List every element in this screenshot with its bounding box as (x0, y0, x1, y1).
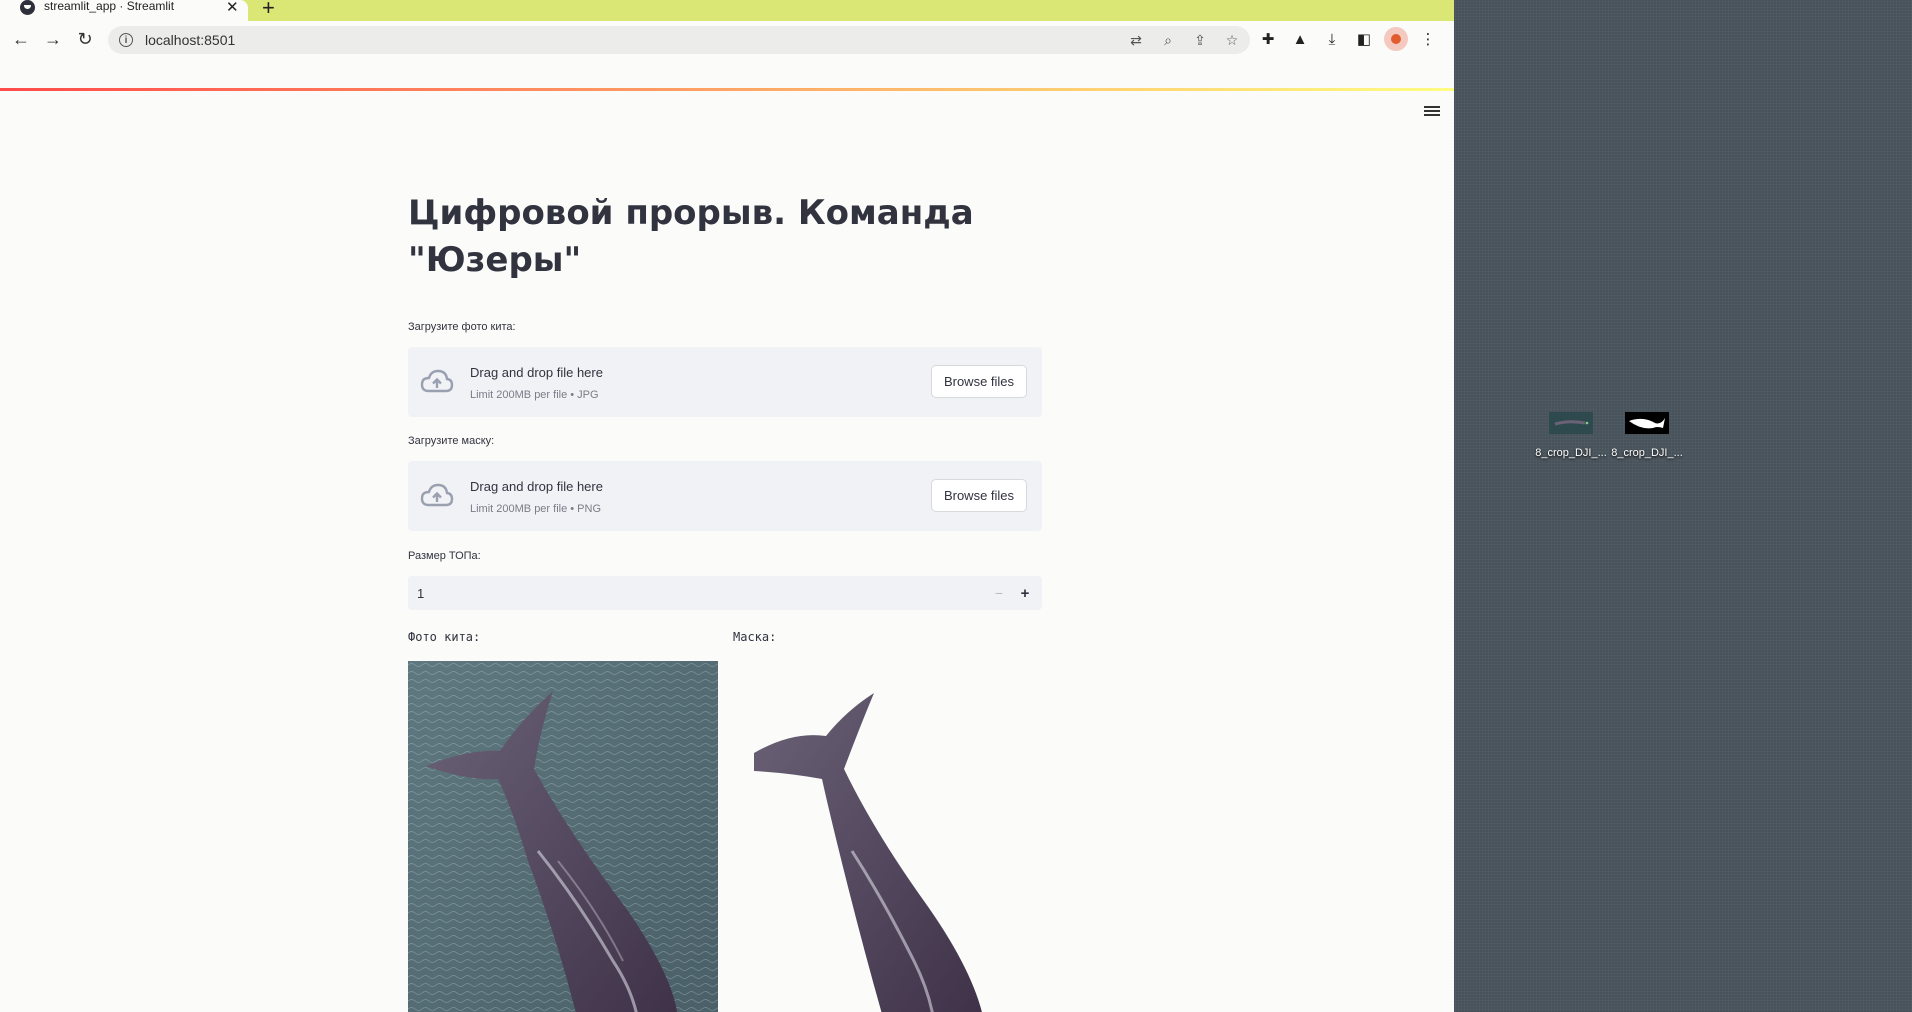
tab-strip: streamlit_app · Streamlit ✕ + (0, 0, 1454, 21)
tab-title: streamlit_app · Streamlit (44, 0, 175, 13)
browse-files-button[interactable]: Browse files (931, 479, 1027, 512)
dropzone-limit: Limit 200MB per file • JPG (470, 389, 599, 401)
whale-mask-image (754, 693, 982, 1012)
top-size-input[interactable]: 1 − + (408, 576, 1042, 610)
desktop-file-label: 8_crop_DJI_... (1535, 447, 1607, 459)
photo-caption: Фото кита: (408, 630, 481, 644)
cloud-upload-icon (420, 369, 454, 393)
mask-uploader-label: Загрузите маску: (408, 435, 495, 447)
desktop-file-whale-photo[interactable]: 8_crop_DJI_... (1532, 412, 1610, 459)
streamlit-favicon-icon (20, 0, 35, 15)
close-tab-icon[interactable]: ✕ (226, 0, 239, 16)
back-icon[interactable]: ← (8, 26, 34, 52)
dropzone-instruction: Drag and drop file here (470, 365, 603, 380)
image-file-thumbnail-icon (1549, 412, 1593, 434)
desktop-file-label: 8_crop_DJI_... (1611, 447, 1683, 459)
reload-icon[interactable]: ↻ (72, 26, 98, 52)
increment-button[interactable]: + (1012, 580, 1038, 606)
translate-icon[interactable]: ⇄ (1126, 30, 1146, 50)
browser-window: streamlit_app · Streamlit ✕ + ← → ↻ i lo… (0, 0, 1454, 1012)
hamburger-menu-icon[interactable] (1424, 104, 1440, 118)
download-icon[interactable]: ⤓ (1320, 27, 1344, 51)
whale-photo-image (408, 661, 718, 1012)
streamlit-header-decoration (0, 88, 1454, 91)
top-size-value[interactable]: 1 (417, 586, 424, 601)
extensions-icon[interactable]: ✚ (1256, 27, 1280, 51)
photo-dropzone[interactable]: Drag and drop file here Limit 200MB per … (408, 347, 1042, 417)
cloud-upload-icon (420, 483, 454, 507)
dropzone-instruction: Drag and drop file here (470, 479, 603, 494)
side-panel-icon[interactable]: ◧ (1352, 27, 1376, 51)
mask-dropzone[interactable]: Drag and drop file here Limit 200MB per … (408, 461, 1042, 531)
top-size-label: Размер ТОПа: (408, 550, 481, 562)
labs-flask-icon[interactable]: ▲ (1288, 27, 1312, 51)
forward-icon[interactable]: → (40, 26, 66, 52)
desktop-file-whale-mask[interactable]: 8_crop_DJI_... (1608, 412, 1686, 459)
share-icon[interactable]: ⇪ (1190, 30, 1210, 50)
url-text[interactable]: localhost:8501 (145, 32, 235, 48)
photo-uploader-label: Загрузите фото кита: (408, 321, 516, 333)
zoom-icon[interactable]: ⌕ (1158, 30, 1178, 50)
title-line-2: "Юзеры" (408, 240, 582, 280)
site-info-icon[interactable]: i (119, 33, 133, 47)
dropzone-limit: Limit 200MB per file • PNG (470, 503, 602, 515)
mask-caption: Маска: (733, 630, 777, 644)
browser-tab[interactable]: streamlit_app · Streamlit ✕ (0, 0, 248, 21)
address-bar[interactable]: i localhost:8501 ⇄ ⌕ ⇪ ☆ (108, 26, 1250, 54)
page-title: Цифровой прорыв. Команда "Юзеры" (408, 190, 1008, 284)
desktop: 8_crop_DJI_... 8_crop_DJI_... (1454, 0, 1912, 1012)
whale-mask (734, 661, 1042, 1012)
image-file-thumbnail-icon (1625, 412, 1669, 434)
profile-avatar[interactable] (1384, 27, 1408, 51)
decrement-button[interactable]: − (986, 580, 1012, 606)
browser-toolbar: ← → ↻ i localhost:8501 ⇄ ⌕ ⇪ ☆ ✚ ▲ ⤓ ◧ ⋮ (0, 21, 1454, 57)
browser-menu-icon[interactable]: ⋮ (1416, 27, 1440, 51)
browse-files-button[interactable]: Browse files (931, 365, 1027, 398)
new-tab-icon[interactable]: + (262, 0, 275, 21)
title-line-1: Цифровой прорыв. Команда (408, 193, 974, 233)
bookmark-star-icon[interactable]: ☆ (1222, 30, 1242, 50)
whale-photo (408, 661, 718, 1012)
